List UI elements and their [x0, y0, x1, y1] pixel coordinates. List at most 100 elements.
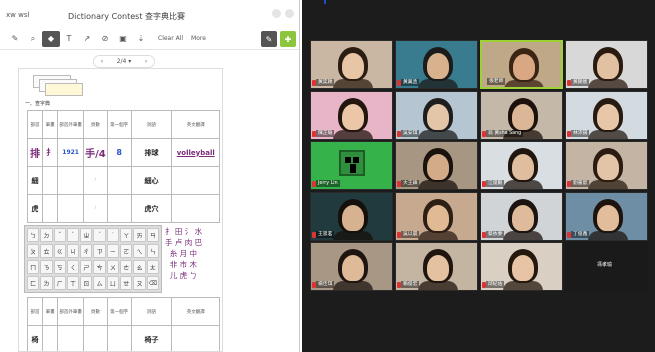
keyboard-key[interactable]: ㄆ — [27, 244, 40, 258]
keyboard-key[interactable]: ㄧ — [106, 244, 120, 258]
clear-all-button[interactable]: Clear All — [158, 35, 183, 42]
keyboard-key[interactable]: ㄕ — [80, 260, 93, 274]
participant-tile[interactable]: 劉嘉歆 — [565, 141, 648, 190]
keyboard-key[interactable]: ㄠ — [133, 260, 146, 274]
keyboard-key[interactable]: ˋ — [66, 228, 80, 242]
page-indicator[interactable]: 2/4 ▾ — [117, 58, 132, 65]
keyboard-key[interactable]: ㄗ — [93, 244, 106, 258]
keyboard-key[interactable]: ㄋ — [40, 260, 53, 274]
prev-page-button[interactable]: ‹ — [101, 58, 103, 65]
keyboard-key[interactable]: ㄚ — [120, 228, 133, 242]
participant-tile[interactable]: 蔡依夢 — [480, 191, 563, 241]
participant-tile[interactable]: 吳以晨 — [395, 191, 478, 241]
participant-tile[interactable]: 陳芷瑜 — [310, 90, 393, 140]
keyboard-key[interactable]: ㄏ — [53, 276, 66, 290]
participant-tile[interactable]: 林沛揚 — [565, 90, 648, 140]
avatar — [427, 255, 449, 281]
keyboard-key[interactable]: ⌫ — [146, 276, 159, 290]
radical-cell[interactable]: 扌 — [42, 138, 59, 167]
keyboard-key[interactable]: ㄢ — [146, 228, 159, 242]
participant-tile[interactable]: 張老師 — [480, 40, 563, 89]
col-header: 英文翻譯 — [171, 110, 220, 139]
keyboard-key[interactable]: ㄘ — [93, 260, 106, 274]
keyboard-key[interactable]: ㄣ — [146, 244, 159, 258]
keyboard-key[interactable]: ㄙ — [93, 276, 106, 290]
participant-tile[interactable]: 黃顯宸 — [565, 40, 648, 89]
keyboard-key[interactable]: ㄔ — [80, 244, 93, 258]
radical-line: 非 市 木 — [165, 260, 198, 269]
keyboard-key[interactable]: ˙ — [106, 228, 120, 242]
keyboard-key[interactable]: ㄞ — [133, 228, 146, 242]
participant-tile[interactable]: 黃奕穎 — [310, 40, 393, 89]
pencil-icon[interactable]: ✎ — [6, 31, 24, 47]
keyboard-key[interactable]: ㄐ — [66, 244, 80, 258]
lock-icon[interactable] — [272, 9, 281, 18]
keyboard-key[interactable]: ㄩ — [106, 276, 120, 290]
keyboard-key[interactable]: ㄛ — [120, 244, 133, 258]
link-icon[interactable]: ⊘ — [96, 31, 114, 47]
keyboard-key[interactable]: ㄡ — [133, 276, 146, 290]
participant-name: 蔡依夢 — [486, 230, 505, 238]
participant-name: 邱紀佑 — [486, 281, 505, 288]
keyboard-key[interactable]: ㄎ — [53, 260, 66, 274]
avatar — [342, 255, 364, 281]
next-page-button[interactable]: › — [145, 58, 147, 65]
keyboard-key[interactable]: ㄜ — [120, 260, 133, 274]
more-menu-button[interactable]: More — [191, 35, 206, 42]
text-icon[interactable]: T — [60, 31, 78, 47]
english-cell[interactable]: volleyball — [171, 138, 220, 167]
participant-tile[interactable]: 邱紀佑 — [480, 242, 563, 291]
avatar — [588, 79, 628, 88]
window-title: Dictionary Contest 查字典比賽 — [68, 12, 186, 21]
page-cell[interactable]: 1921 — [57, 138, 85, 167]
avatar — [597, 204, 619, 231]
download-icon[interactable]: ⇣ — [132, 31, 150, 47]
extra-cell[interactable]: 8 — [106, 138, 132, 167]
participant-tile[interactable]: 大王鋒 — [395, 141, 478, 190]
keyboard-key[interactable]: ㄅ — [27, 228, 40, 242]
toolbar-right-actions: ✎ ✚ — [261, 31, 296, 47]
keyboard-key[interactable]: ㄨ — [106, 260, 120, 274]
keyboard-key[interactable]: ㄊ — [40, 244, 53, 258]
avatar — [427, 154, 449, 180]
first-word-cell[interactable]: 手/4 — [83, 138, 108, 167]
keyboard-key[interactable]: ㄇ — [27, 260, 40, 274]
participant-tile[interactable]: 江俊毅 — [480, 141, 563, 190]
worksheet-table: 部首 筆畫 部首外筆畫 頁數 第一個字 詞語 英文翻譯 排 扌 1921 手/4… — [26, 110, 220, 223]
eraser-icon[interactable]: ◆ — [42, 30, 60, 47]
participant-tile[interactable]: 賴俊宏 — [395, 242, 478, 291]
image-icon[interactable]: ▣ — [114, 31, 132, 47]
close-icon[interactable] — [285, 9, 294, 18]
participant-tile[interactable]: 丁俊鑫 — [565, 191, 648, 241]
keyboard-key[interactable]: ㄤ — [146, 260, 159, 274]
keyboard-key[interactable]: ㄍ — [53, 244, 66, 258]
participant-tile[interactable]: 翁 黃sha Sang — [480, 90, 563, 140]
keyboard-key[interactable]: ˊ — [93, 228, 106, 242]
avatar — [588, 129, 628, 139]
video-gallery: 黃奕穎 黃翼丞 張老師 黃顯宸陳芷瑜 吳安琪 翁 黃sha Sang 林沛揚 Jerry Li… — [302, 0, 655, 352]
keyboard-key[interactable]: ㄖ — [80, 276, 93, 290]
participant-tile[interactable]: 黃翼丞 — [395, 40, 478, 89]
pen-tool-icon[interactable]: ✎ — [261, 31, 277, 47]
participant-tile[interactable]: 王思茗 — [310, 191, 393, 241]
participant-tile[interactable]: 楊佳琪 — [310, 242, 393, 291]
line-icon[interactable]: ↗ — [78, 31, 96, 47]
keyboard-key[interactable]: ㄈ — [27, 276, 40, 290]
participant-tile[interactable]: 馮孝瑜 — [565, 242, 648, 291]
keyboard-key[interactable]: ㄒ — [66, 276, 80, 290]
keyboard-key[interactable]: ㄟ — [133, 244, 146, 258]
participant-tile[interactable]: Jerry Lin — [310, 141, 393, 190]
keyboard-key[interactable]: ㄉ — [40, 228, 53, 242]
keyboard-key[interactable]: ㄌ — [40, 276, 53, 290]
worksheet-page: 一、查字典 部首 筆畫 部首外筆畫 頁數 第一個字 詞語 英文翻譯 排 扌 19… — [18, 68, 223, 352]
add-page-icon[interactable]: ✚ — [280, 31, 296, 47]
word-cell: 細心 — [130, 166, 173, 195]
keyboard-key[interactable]: ㄓ — [80, 228, 93, 242]
row-char[interactable]: 排 — [26, 138, 44, 167]
keyboard-key[interactable]: ㄝ — [120, 276, 133, 290]
keyboard-key[interactable]: ㄑ — [66, 260, 80, 274]
keyboard-key[interactable]: ˇ — [53, 228, 66, 242]
magnifier-icon[interactable]: ⌕ — [24, 31, 42, 47]
avatar — [503, 180, 543, 189]
participant-tile[interactable]: 吳安琪 — [395, 90, 478, 140]
